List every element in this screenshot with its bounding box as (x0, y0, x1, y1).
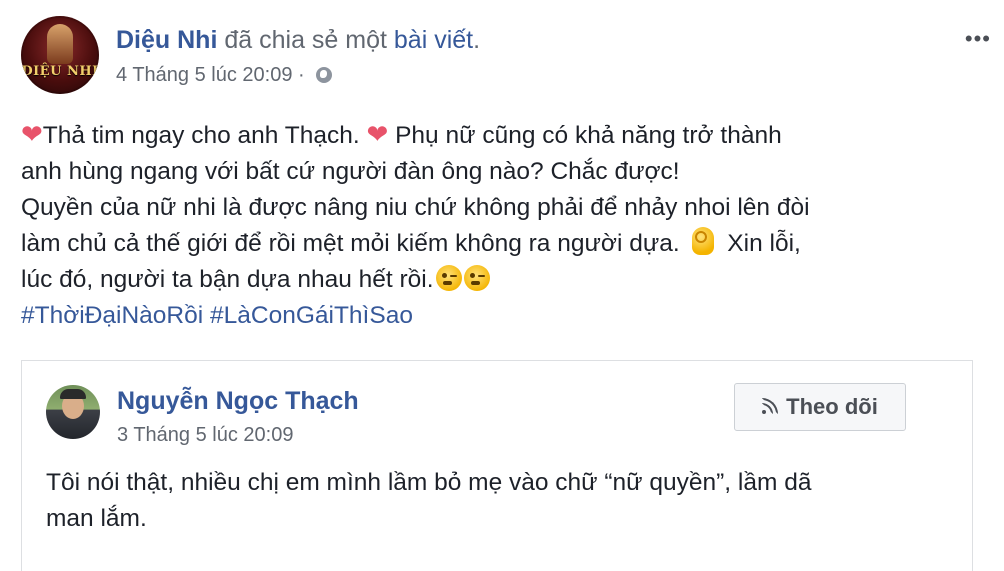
avatar-ring (21, 16, 99, 94)
wink-emoji-icon (435, 265, 462, 291)
post-body: ❤Thả tim ngay cho anh Thạch. ❤ Phụ nữ cũ… (21, 116, 981, 334)
avatar-hat (60, 389, 86, 399)
follow-button[interactable]: Theo dõi (734, 383, 906, 431)
post-line-2: anh hùng ngang với bất cứ người đàn ông … (21, 158, 680, 185)
shared-post-card: Nguyễn Ngọc Thạch 3 Tháng 5 lúc 20:09 Th… (21, 360, 973, 571)
post-text-4b: Xin lỗi, (720, 230, 801, 257)
post-header: DIỆU NHI Diệu Nhi đã chia sẻ một bài viế… (21, 16, 991, 100)
shared-author-name-link[interactable]: Nguyễn Ngọc Thạch (117, 387, 359, 416)
post-line-4: làm chủ cả thế giới để rồi mệt mỏi kiếm … (21, 226, 981, 262)
shared-post-link[interactable]: bài viết (394, 26, 473, 54)
post-line-5: lúc đó, người ta bận dựa nhau hết rồi. (21, 262, 981, 298)
rss-icon (762, 398, 779, 414)
shared-text-line-2: man lắm. (46, 505, 147, 532)
post-line-1: ❤Thả tim ngay cho anh Thạch. ❤ Phụ nữ cũ… (21, 116, 981, 154)
shared-author-avatar[interactable] (46, 385, 100, 439)
hashtag-link[interactable]: #LàConGáiThìSao (210, 302, 413, 329)
post-text-1b: Phụ nữ cũng có khả năng trở thành (388, 122, 782, 149)
share-action-text: đã chia sẻ một (217, 26, 394, 54)
post-text-5: lúc đó, người ta bận dựa nhau hết rồi. (21, 266, 434, 293)
header-period: . (473, 26, 481, 54)
heart-icon: ❤ (21, 119, 43, 149)
post-text-1a: Thả tim ngay cho anh Thạch. (42, 122, 367, 149)
post-text-4a: làm chủ cả thế giới để rồi mệt mỏi kiếm … (21, 230, 687, 257)
follow-button-label: Theo dõi (786, 394, 878, 419)
wink-emoji-icon (463, 265, 490, 291)
shared-text-line-1: Tôi nói thật, nhiều chị em mình lầm bỏ m… (46, 469, 812, 496)
post-meta: 4 Tháng 5 lúc 20:09 · (116, 64, 333, 87)
shared-post-text: Tôi nói thật, nhiều chị em mình lầm bỏ m… (46, 465, 946, 537)
heart-icon: ❤ (366, 119, 389, 149)
more-options-icon[interactable]: ••• (965, 26, 991, 52)
post-line-3: Quyền của nữ nhi là được nâng niu chứ kh… (21, 194, 810, 221)
hashtag-link[interactable]: #ThờiĐạiNàoRồi (21, 302, 203, 329)
post-timestamp[interactable]: 4 Tháng 5 lúc 20:09 (116, 64, 292, 86)
author-name-link[interactable]: Diệu Nhi (116, 26, 217, 54)
shared-post-timestamp[interactable]: 3 Tháng 5 lúc 20:09 (117, 424, 293, 447)
author-avatar[interactable]: DIỆU NHI (21, 16, 99, 94)
post-header-line: Diệu Nhi đã chia sẻ một bài viết. (116, 26, 480, 55)
hashtag-line: #ThờiĐạiNàoRồi #LàConGáiThìSao (21, 298, 981, 334)
ok-hand-icon (692, 227, 715, 255)
globe-icon[interactable] (316, 67, 333, 83)
meta-separator: · (292, 64, 311, 86)
